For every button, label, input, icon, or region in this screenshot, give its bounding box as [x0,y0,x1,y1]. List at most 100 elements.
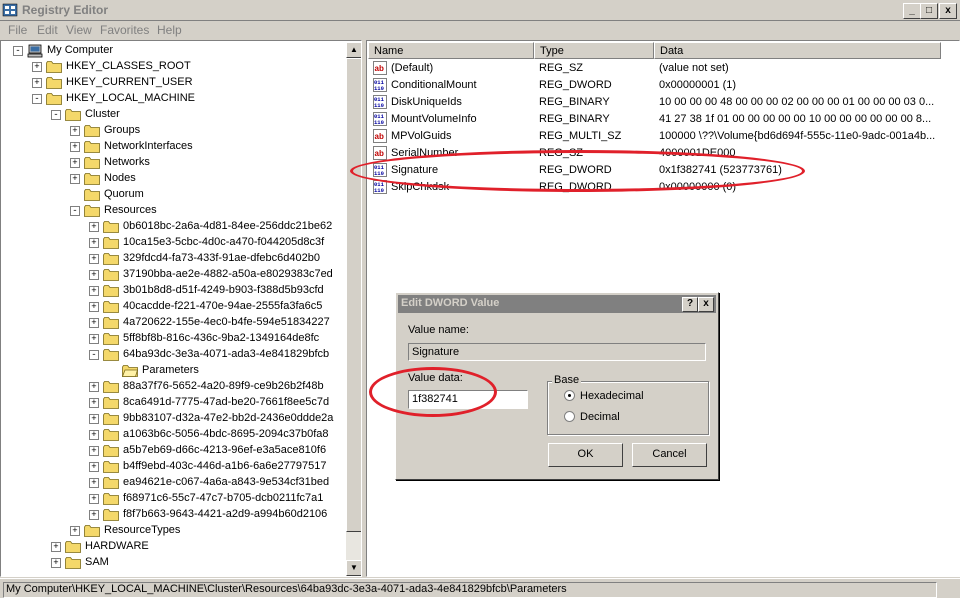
expand-icon[interactable]: + [89,286,99,296]
expand-icon[interactable]: + [32,78,42,88]
value-name: DiskUniqueIds [391,96,462,108]
collapse-icon[interactable]: - [89,350,99,360]
hexadecimal-label[interactable]: Hexadecimal [580,390,644,402]
tree-node-label: 9bb83107-d32a-47e2-bb2d-2436e0ddde2a [123,412,334,424]
tree-scrollbar[interactable]: ▲ ▼ [346,42,361,576]
expand-icon[interactable]: + [70,126,80,136]
collapse-icon[interactable]: - [32,94,42,104]
column-header-name[interactable]: Name [368,42,534,59]
expand-icon[interactable]: + [89,302,99,312]
window-title: Registry Editor [22,3,109,17]
folder-icon [103,493,119,505]
collapse-icon[interactable]: - [70,206,80,216]
value-row[interactable]: 011 110 SkipChkdsk REG_DWORD 0x00000000 (0) [371,179,951,196]
tree-node-label: 5ff8bf8b-816c-436c-9ba2-1349164de8fc [123,332,320,344]
folder-icon [103,413,119,425]
column-header-type[interactable]: Type [534,42,654,59]
minimize-button[interactable]: _ [903,3,921,19]
folder-icon [84,141,100,153]
tree-node-label: My Computer [47,44,114,56]
maximize-button[interactable]: □ [920,3,938,19]
value-data-input[interactable]: 1f382741 [408,390,528,409]
expand-icon[interactable]: + [89,254,99,264]
cancel-button[interactable]: Cancel [632,443,707,467]
value-row[interactable]: ab (Default) REG_SZ (value not set) [371,60,951,77]
expand-icon[interactable]: + [51,542,61,552]
ok-button[interactable]: OK [548,443,623,467]
expand-icon[interactable]: + [70,526,80,536]
value-row[interactable]: 011 110 Signature REG_DWORD 0x1f382741 (5237… [371,162,951,179]
expand-icon[interactable]: + [89,430,99,440]
expand-icon[interactable]: + [89,414,99,424]
expand-icon[interactable]: + [70,174,80,184]
value-data: 100000 \??\Volume{bd6d694f-555c-11e0-9ad… [659,130,936,142]
expand-icon[interactable]: + [89,270,99,280]
folder-icon [84,205,100,217]
dialog-help-button[interactable]: ? [682,297,698,312]
value-row[interactable]: ab SerialNumber REG_SZ 4000001DE000 [371,145,951,162]
expand-icon[interactable]: + [89,478,99,488]
value-row[interactable]: 011 110 DiskUniqueIds REG_BINARY 10 00 00 00… [371,94,951,111]
value-data: 10 00 00 00 48 00 00 00 02 00 00 00 01 0… [659,96,935,108]
tree-node-label: ResourceTypes [104,524,181,536]
value-type: REG_BINARY [539,113,610,125]
value-name: MPVolGuids [391,130,452,142]
value-row[interactable]: ab MPVolGuids REG_MULTI_SZ 100000 \??\Volum… [371,128,951,145]
expand-icon[interactable]: + [89,382,99,392]
folder-icon [103,397,119,409]
expand-icon[interactable]: + [70,158,80,168]
expand-icon[interactable]: + [51,558,61,568]
collapse-icon[interactable]: - [51,110,61,120]
expand-icon[interactable]: + [70,142,80,152]
close-button[interactable]: x [939,3,957,19]
hexadecimal-radio[interactable] [564,390,575,401]
menu-help[interactable]: Help [157,23,182,37]
tree-node-label: Parameters [142,364,199,376]
value-type: REG_BINARY [539,96,610,108]
decimal-radio[interactable] [564,411,575,422]
expand-icon[interactable]: + [89,446,99,456]
tree-node-label: b4ff9ebd-403c-446d-a1b6-6a6e27797517 [123,460,327,472]
decimal-label[interactable]: Decimal [580,411,620,423]
expand-icon[interactable]: + [89,222,99,232]
expand-icon[interactable]: + [89,398,99,408]
value-name: SerialNumber [391,147,459,159]
tree-node-label: Resources [104,204,157,216]
expand-icon[interactable]: + [32,62,42,72]
expand-icon[interactable]: + [89,494,99,504]
value-row[interactable]: 011 110 MountVolumeInfo REG_BINARY 41 27 38 … [371,111,951,128]
value-name-label: Value name: [408,324,469,336]
value-data: (value not set) [659,62,729,74]
tree-node-label: HKEY_LOCAL_MACHINE [66,92,195,104]
scroll-down-button[interactable]: ▼ [346,560,361,576]
menu-edit[interactable]: Edit [37,23,58,37]
open-folder-icon [122,365,138,377]
expand-icon[interactable]: + [89,510,99,520]
folder-icon [103,349,119,361]
folder-icon [65,557,81,569]
scroll-up-button[interactable]: ▲ [346,42,361,58]
value-name: SkipChkdsk [391,181,450,193]
registry-editor-icon [2,3,18,17]
value-row[interactable]: 011 110 ConditionalMount REG_DWORD 0x0000000… [371,77,951,94]
tree-node-label: HKEY_CURRENT_USER [66,76,193,88]
menu-favorites[interactable]: Favorites [100,23,149,37]
svg-text:110: 110 [374,187,384,194]
folder-icon [103,221,119,233]
collapse-icon[interactable]: - [13,46,23,56]
expand-icon[interactable]: + [89,334,99,344]
dialog-close-button[interactable]: x [698,297,714,312]
column-header-data[interactable]: Data [654,42,941,59]
folder-icon [103,429,119,441]
key-tree-pane[interactable]: - My Computer + HKEY_CLASSES_ROOT + HKEY_CURR… [0,40,362,577]
menu-file[interactable]: File [8,23,27,37]
expand-icon[interactable]: + [89,462,99,472]
folder-icon [65,541,81,553]
menu-view[interactable]: View [66,23,92,37]
expand-icon[interactable]: + [89,238,99,248]
expand-icon[interactable]: + [89,318,99,328]
scroll-thumb[interactable] [346,58,361,532]
base-group-label: Base [552,374,582,386]
tree-node-label: f68971c6-55c7-47c7-b705-dcb0211fc7a1 [123,492,324,504]
tree-node-label: 0b6018bc-2a6a-4d81-84ee-256ddc21be62 [123,220,333,232]
